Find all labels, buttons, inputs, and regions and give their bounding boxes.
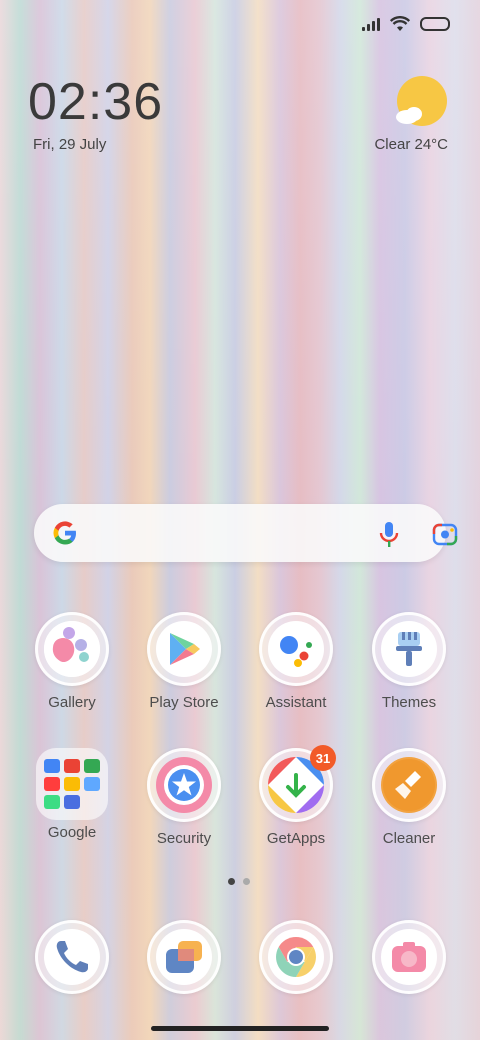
microphone-icon[interactable]: [376, 520, 402, 548]
signal-icon: [362, 17, 380, 31]
status-bar: [362, 16, 450, 32]
home-gesture-bar[interactable]: [151, 1026, 329, 1031]
app-label: Gallery: [48, 694, 96, 711]
app-label: Google: [47, 824, 97, 841]
security-star-icon: [164, 765, 204, 805]
page-dot-active[interactable]: [228, 878, 235, 885]
google-lens-icon[interactable]: [432, 522, 458, 546]
notification-badge: 31: [310, 745, 336, 771]
app-play-store[interactable]: Play Store: [139, 612, 229, 711]
cleaner-broom-icon: [383, 759, 435, 811]
app-themes[interactable]: Themes: [364, 612, 454, 711]
app-security[interactable]: Security: [139, 748, 229, 847]
sun-cloud-icon[interactable]: [393, 76, 447, 130]
chrome-icon: [276, 937, 316, 977]
folder-google[interactable]: Google: [27, 748, 117, 841]
app-gallery[interactable]: Gallery: [27, 612, 117, 711]
weather-summary[interactable]: Clear 24°C: [374, 136, 448, 153]
app-label: Play Store: [149, 694, 219, 711]
google-search-bar[interactable]: [34, 504, 458, 562]
phone-icon: [56, 941, 88, 973]
page-dot[interactable]: [243, 878, 250, 885]
app-label: Assistant: [265, 694, 327, 711]
app-cleaner[interactable]: Cleaner: [364, 748, 454, 847]
page-indicator[interactable]: [228, 878, 250, 885]
app-label: GetApps: [266, 830, 326, 847]
app-label: Security: [156, 830, 212, 847]
camera-icon: [392, 942, 426, 972]
messages-icon: [166, 941, 202, 973]
dock-chrome[interactable]: [251, 920, 341, 994]
gallery-icon: [44, 621, 100, 677]
clock-time[interactable]: 02:36: [28, 72, 163, 132]
clock-date[interactable]: Fri, 29 July: [33, 136, 106, 153]
dock-phone[interactable]: [27, 920, 117, 994]
assistant-icon: [280, 636, 312, 667]
play-store-icon: [170, 633, 200, 665]
google-g-icon: [53, 521, 76, 545]
wifi-icon: [390, 16, 410, 31]
app-getapps[interactable]: 31 GetApps: [251, 745, 341, 847]
themes-brush-icon: [396, 632, 422, 666]
app-label: Cleaner: [382, 830, 436, 847]
dock-messages[interactable]: [139, 920, 229, 994]
battery-icon: [420, 17, 450, 31]
app-assistant[interactable]: Assistant: [251, 612, 341, 711]
app-label: Themes: [381, 694, 437, 711]
google-folder-icon: [36, 748, 108, 820]
dock-camera[interactable]: [364, 920, 454, 994]
